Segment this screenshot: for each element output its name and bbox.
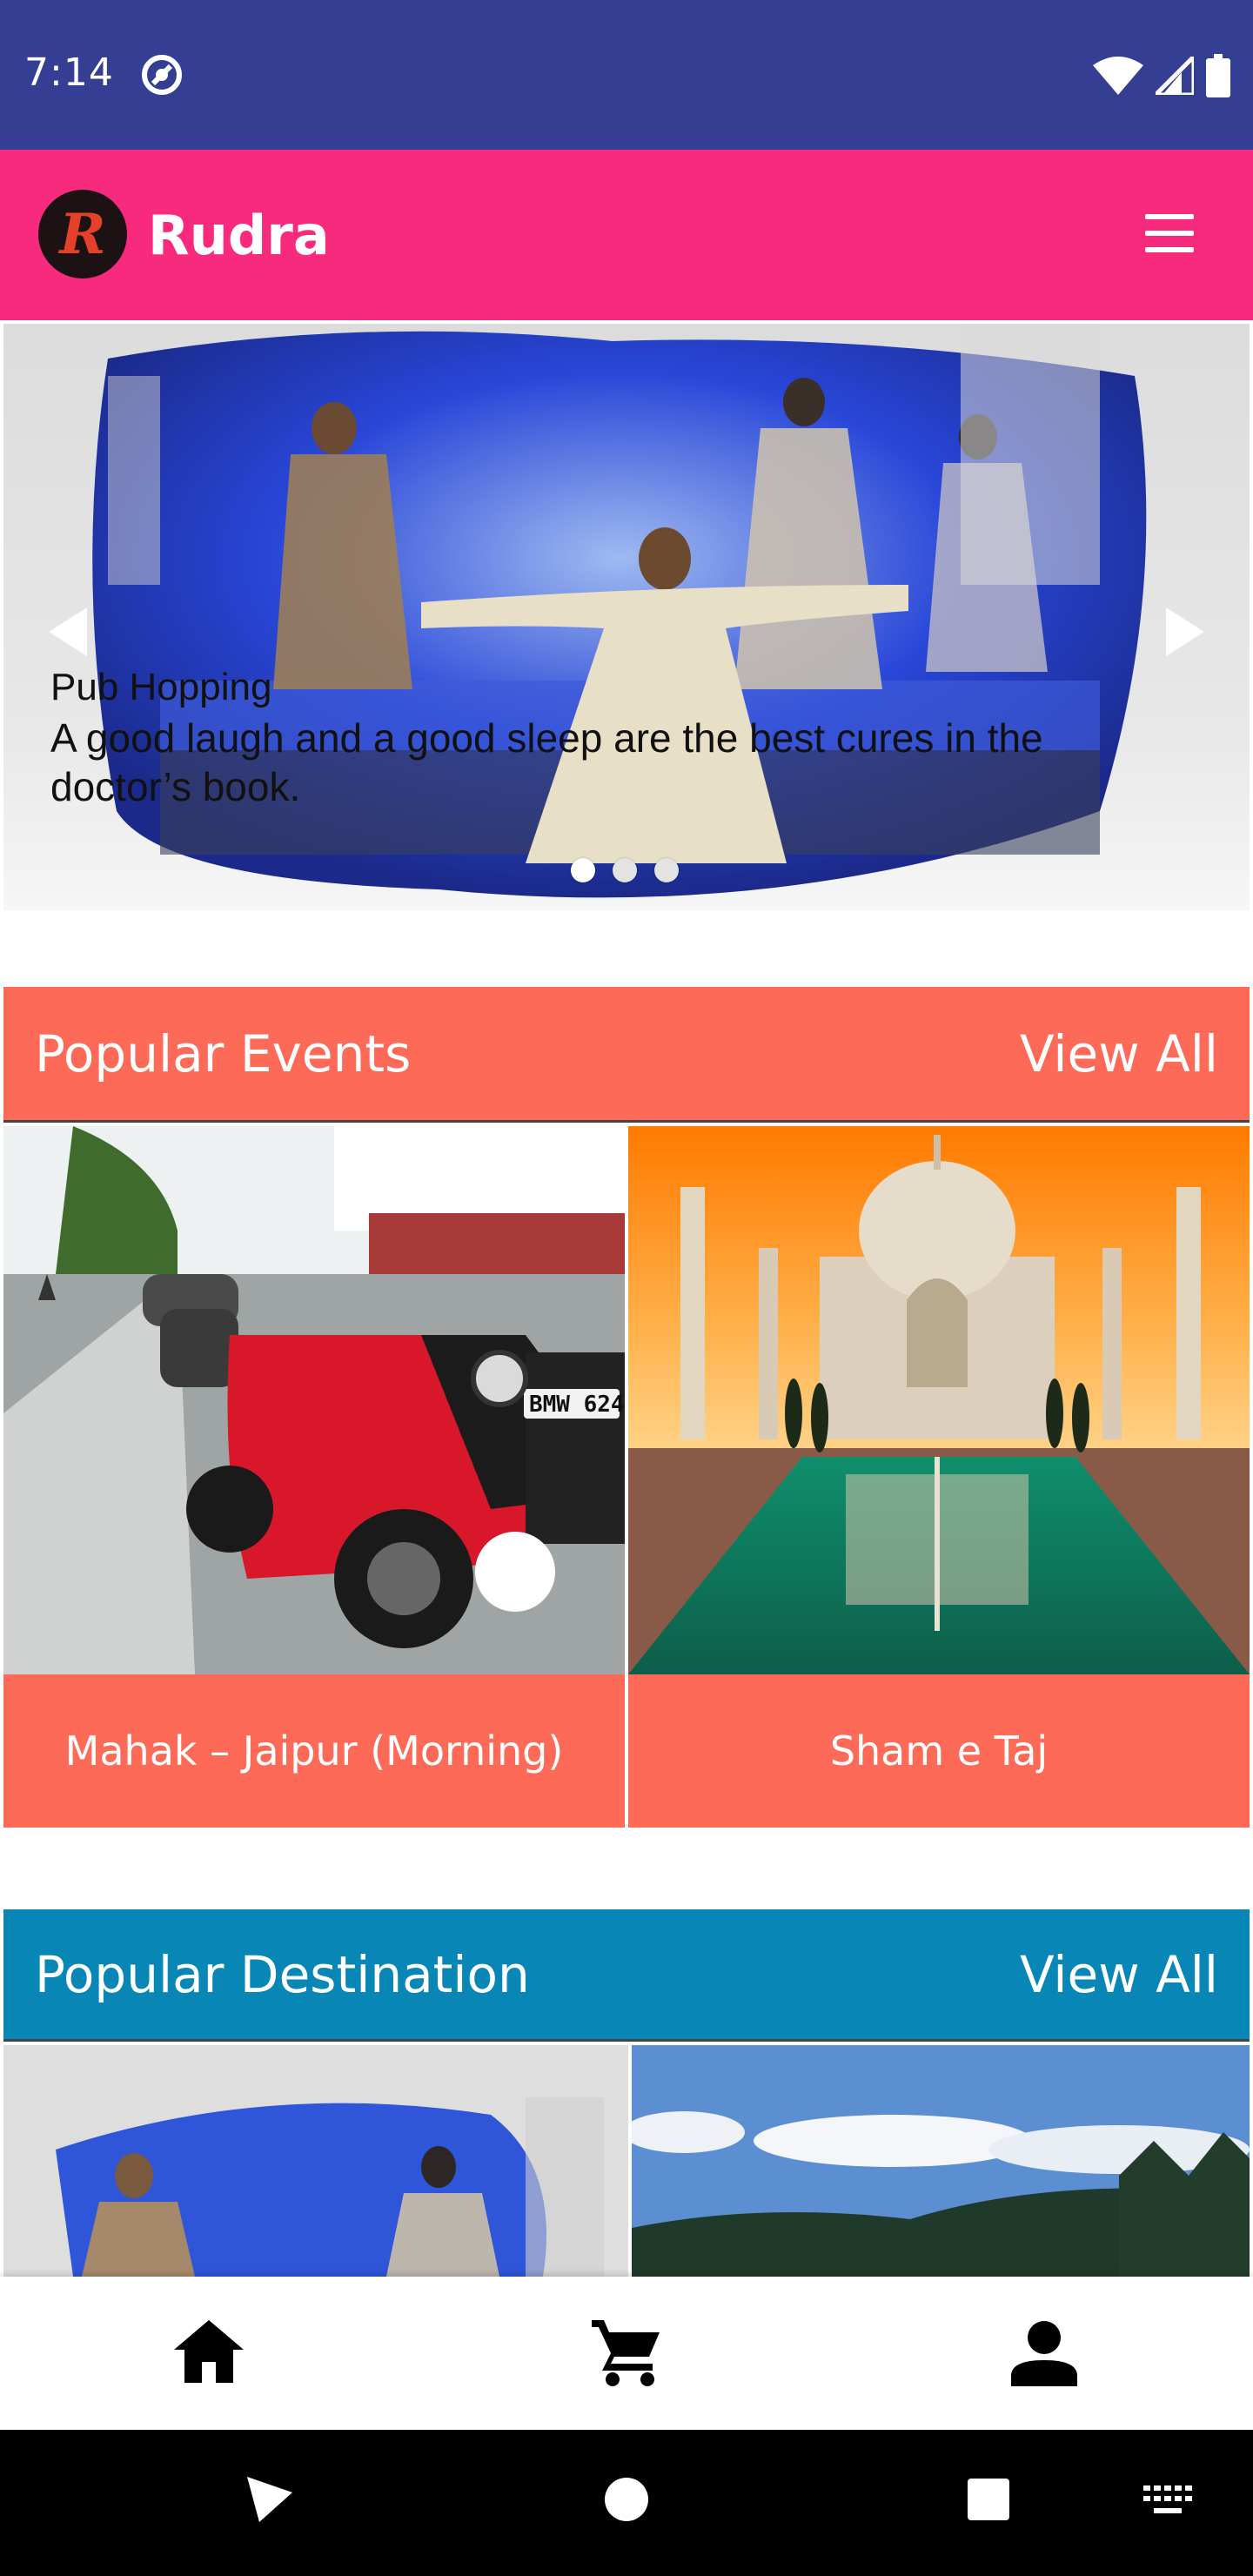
cart-icon — [592, 2320, 660, 2386]
person-icon — [1011, 2321, 1077, 2386]
popular-destination-title: Popular Destination — [35, 1944, 530, 2004]
destination-card-image[interactable] — [632, 2045, 1250, 2277]
carousel-caption-text: A good laugh and a good sleep are the be… — [50, 715, 1043, 809]
carousel-dot[interactable] — [613, 858, 637, 882]
popular-events-header: Popular Events View All — [3, 987, 1250, 1123]
carousel-image — [92, 324, 1147, 898]
screen: 7:14 R Rudra Pub Hopping A good laugh an… — [0, 0, 1253, 2576]
popular-events-title: Popular Events — [35, 1023, 412, 1083]
home-icon — [174, 2320, 244, 2383]
recents-button[interactable] — [966, 2477, 1011, 2526]
event-image-car: BMW 624 — [3, 1126, 625, 1674]
app-logo[interactable]: R — [38, 190, 127, 278]
event-image-taj — [628, 1126, 1250, 1674]
event-card-image[interactable] — [628, 1126, 1250, 1674]
hero-carousel[interactable]: Pub Hopping A good laugh and a good slee… — [3, 324, 1250, 910]
event-title: Mahak – Jaipur (Morning) — [64, 1727, 564, 1774]
carousel-dot[interactable] — [571, 858, 595, 882]
keyboard-button[interactable] — [1143, 2485, 1194, 2519]
battery-icon — [1206, 54, 1230, 101]
recents-square-icon — [968, 2479, 1009, 2520]
system-navigation-bar — [0, 2430, 1253, 2576]
carousel-prev-button[interactable] — [49, 607, 87, 660]
logo-letter: R — [59, 201, 106, 267]
carousel-next-button[interactable] — [1166, 607, 1204, 660]
destination-image-mountains — [632, 2045, 1250, 2277]
menu-button[interactable] — [1142, 211, 1204, 259]
popular-events-view-all[interactable]: View All — [1020, 1024, 1218, 1083]
event-title: Sham e Taj — [829, 1727, 1049, 1774]
signal-icon — [1149, 50, 1196, 98]
back-button[interactable] — [244, 2473, 296, 2529]
home-circle-icon — [605, 2478, 648, 2521]
app-title: Rudra — [148, 204, 330, 267]
event-card-label[interactable]: Sham e Taj — [628, 1674, 1250, 1828]
status-time: 7:14 — [24, 50, 114, 95]
nav-home[interactable] — [165, 2320, 252, 2390]
destination-image-dance — [3, 2045, 628, 2277]
carousel-caption: Pub Hopping A good laugh and a good slee… — [50, 661, 1147, 811]
wifi-icon — [1093, 57, 1143, 98]
back-triangle-icon — [247, 2477, 292, 2522]
nav-profile[interactable] — [1001, 2320, 1088, 2390]
keyboard-icon — [1143, 2485, 1192, 2513]
chevron-left-icon — [49, 607, 87, 656]
carousel-dot[interactable] — [654, 858, 679, 882]
sync-icon — [139, 52, 184, 101]
hamburger-icon — [1145, 214, 1194, 252]
chevron-right-icon — [1166, 607, 1204, 656]
home-button[interactable] — [604, 2477, 649, 2526]
popular-destination-header: Popular Destination View All — [3, 1909, 1250, 2042]
carousel-indicators — [571, 858, 679, 882]
app-bar: R Rudra — [0, 150, 1253, 320]
status-icons — [1093, 50, 1230, 101]
event-card-image[interactable]: BMW 624 — [3, 1126, 625, 1674]
destination-card-image[interactable] — [3, 2045, 628, 2277]
carousel-caption-title: Pub Hopping — [50, 666, 272, 708]
bottom-navigation — [0, 2277, 1253, 2430]
event-card-label[interactable]: Mahak – Jaipur (Morning) — [3, 1674, 625, 1828]
status-bar: 7:14 — [0, 0, 1253, 150]
nav-cart[interactable] — [583, 2320, 670, 2390]
license-plate-text: BMW 624 — [529, 1392, 625, 1418]
popular-destination-view-all[interactable]: View All — [1020, 1945, 1218, 2004]
